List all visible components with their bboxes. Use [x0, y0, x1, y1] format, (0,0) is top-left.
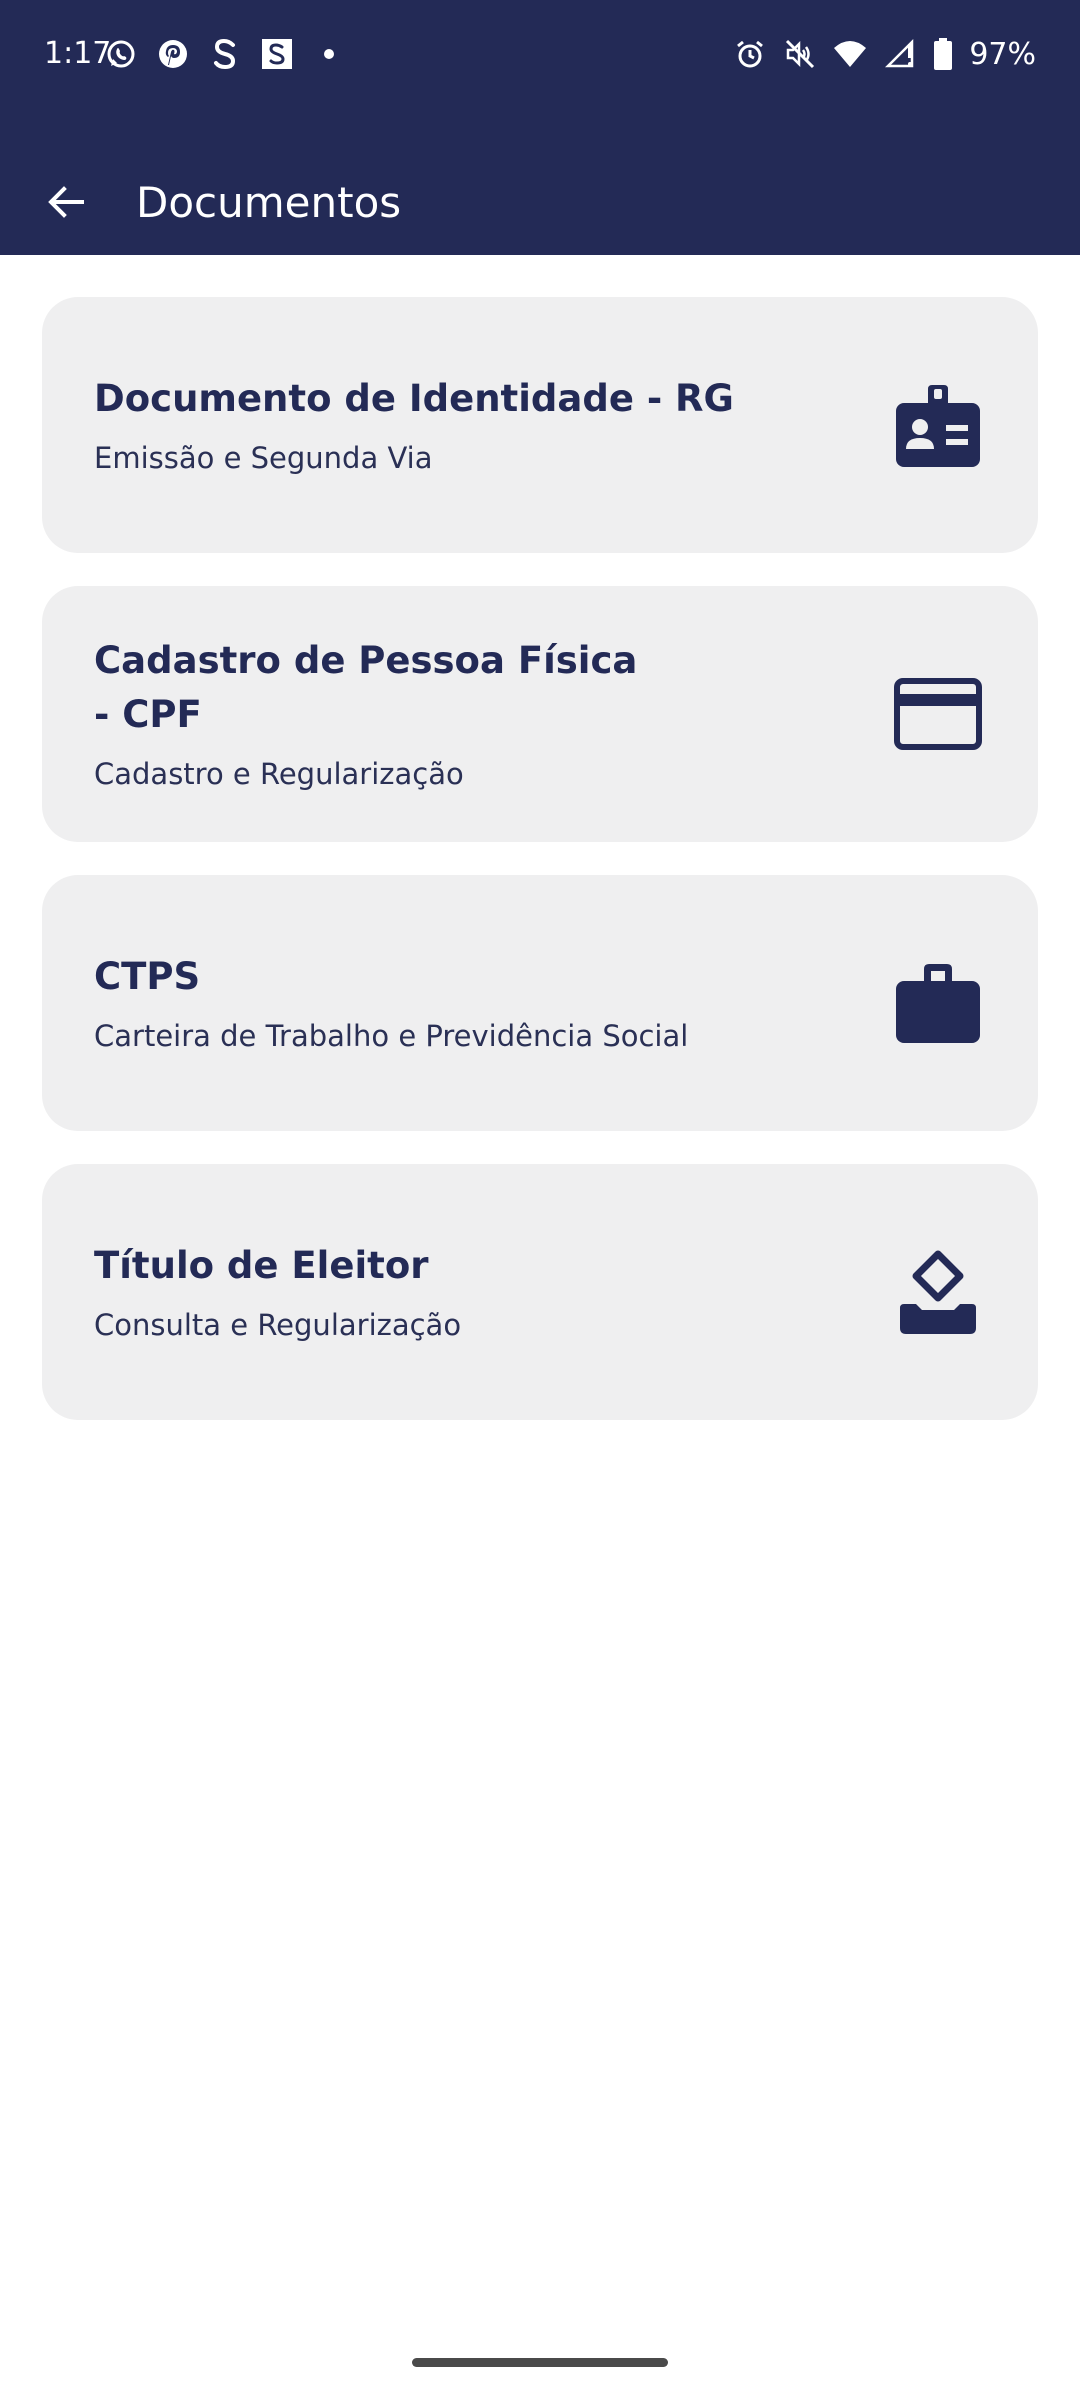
id-badge-icon [890, 377, 986, 473]
app-header: 1:17 97% Documentos [0, 0, 1080, 255]
back-button[interactable] [36, 172, 96, 232]
card-title: Cadastro de Pessoa Física - CPF [94, 639, 638, 736]
card-text: Cadastro de Pessoa Física - CPF Cadastro… [94, 586, 754, 842]
card-title: Título de Eleitor [94, 1244, 429, 1287]
card-subtitle: Emissão e Segunda Via [94, 441, 433, 475]
status-time: 1:17 [44, 36, 112, 71]
pinterest-icon [156, 37, 190, 71]
card-subtitle: Cadastro e Regularização [94, 757, 464, 791]
card-title: Documento de Identidade - RG [94, 377, 734, 420]
card-cpf[interactable]: Cadastro de Pessoa Física - CPF Cadastro… [42, 586, 1038, 842]
card-titulo-eleitor[interactable]: Título de Eleitor Consulta e Regularizaç… [42, 1164, 1038, 1420]
card-rg[interactable]: Documento de Identidade - RG Emissão e S… [42, 297, 1038, 553]
card-subtitle: Consulta e Regularização [94, 1308, 462, 1342]
s-box-icon [260, 37, 294, 71]
page-title: Documentos [136, 178, 402, 227]
battery-percentage: 97% [969, 36, 1036, 72]
alarm-icon [733, 37, 767, 71]
dot-icon [312, 37, 346, 71]
credit-card-icon [890, 666, 986, 762]
card-title: CTPS [94, 955, 201, 998]
briefcase-icon [890, 955, 986, 1051]
card-ctps[interactable]: CTPS Carteira de Trabalho e Previdência … [42, 875, 1038, 1131]
app-bar: Documentos [0, 150, 1080, 255]
signal-icon [883, 37, 917, 71]
battery-icon [933, 37, 953, 71]
s-app-icon [208, 37, 242, 71]
home-indicator[interactable] [412, 2358, 668, 2367]
system-icons: 97% [733, 32, 1036, 76]
card-text: Documento de Identidade - RG Emissão e S… [94, 297, 754, 553]
notification-icons [104, 36, 346, 72]
card-text: Título de Eleitor Consulta e Regularizaç… [94, 1164, 754, 1420]
card-subtitle: Carteira de Trabalho e Previdência Socia… [94, 1019, 689, 1053]
documents-list: Documento de Identidade - RG Emissão e S… [42, 297, 1038, 1453]
card-text: CTPS Carteira de Trabalho e Previdência … [94, 875, 754, 1131]
wifi-icon [833, 37, 867, 71]
mute-icon [783, 37, 817, 71]
ballot-box-icon [890, 1244, 986, 1340]
arrow-back-icon [48, 186, 84, 218]
whatsapp-icon [104, 37, 138, 71]
status-bar: 1:17 97% [0, 0, 1080, 110]
